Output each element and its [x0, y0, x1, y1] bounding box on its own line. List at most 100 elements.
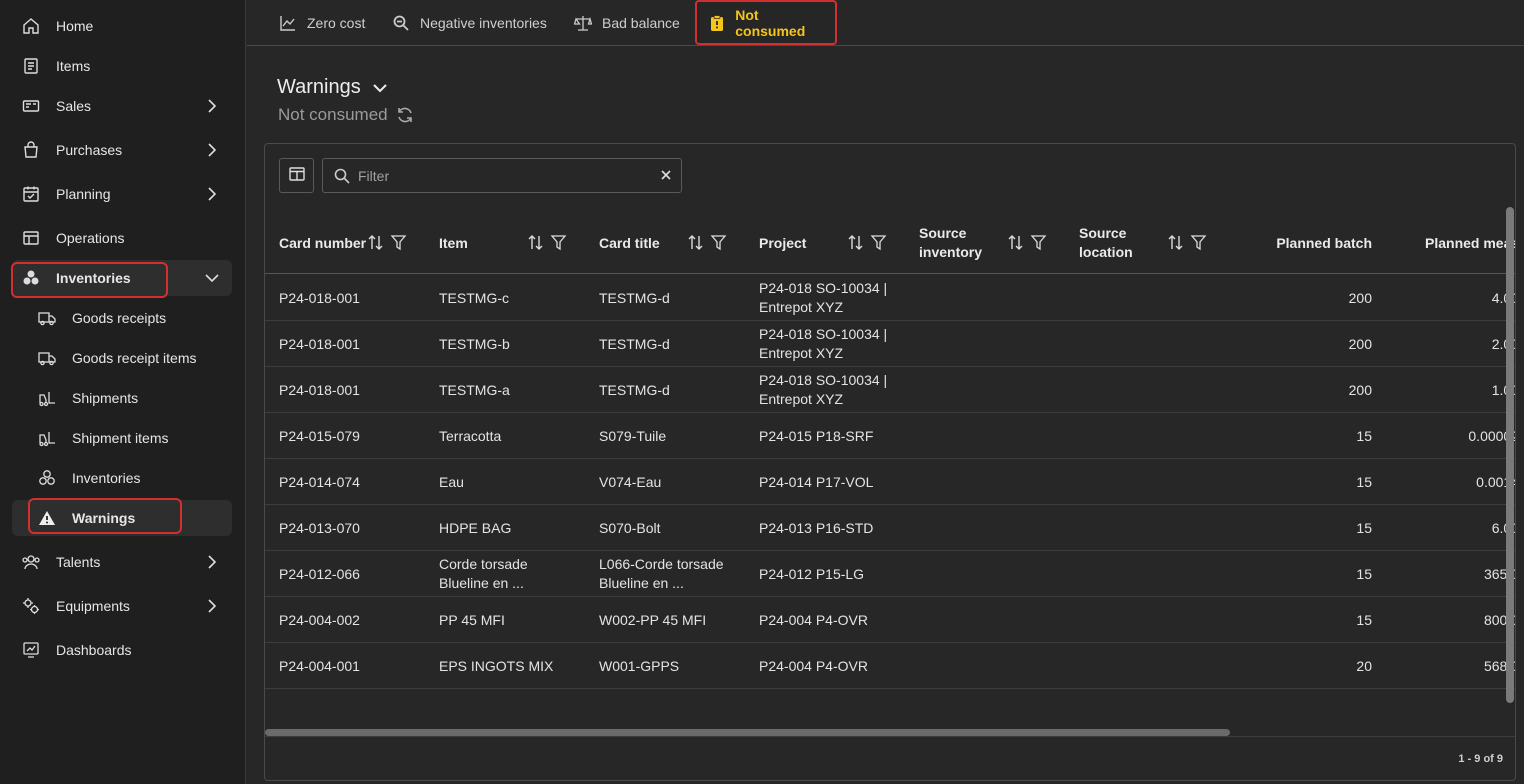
table-header: Card number Item Card title Project Sour…: [265, 212, 1516, 274]
nav-goods-receipts[interactable]: Goods receipts: [12, 300, 232, 336]
cell-planned-batch: 200: [1348, 335, 1372, 352]
nav-operations[interactable]: Operations: [12, 220, 232, 256]
filter-funnel-icon[interactable]: [1190, 234, 1207, 251]
sort-icon[interactable]: [367, 234, 384, 251]
close-icon[interactable]: [659, 168, 673, 182]
search-icon: [334, 168, 350, 184]
boxes-icon: [36, 467, 58, 489]
cell-source-inventory: [919, 275, 1069, 321]
col-controls: [687, 212, 731, 274]
col-header-source-location[interactable]: Source location: [1079, 212, 1151, 274]
nav-warnings[interactable]: Warnings: [12, 500, 232, 536]
sort-icon[interactable]: [1007, 234, 1024, 251]
cell-planned-batch: 200: [1348, 381, 1372, 398]
nav-home[interactable]: Home: [12, 8, 232, 44]
dashboards-icon: [20, 639, 42, 661]
cell-project: P24-018 SO-10034 | Entrepot XYZ: [759, 280, 888, 315]
table-row[interactable]: P24-018-001 TESTMG-b TESTMG-d P24-018 SO-10…: [265, 321, 1515, 367]
page-title[interactable]: Warnings: [277, 76, 389, 99]
col-header-planned-batch[interactable]: Planned batch: [1239, 212, 1372, 274]
col-header-planned-measure[interactable]: Planned meas: [1425, 212, 1516, 274]
cell-project: P24-015 P18-SRF: [759, 427, 874, 444]
nav-purchases[interactable]: Purchases: [12, 132, 232, 168]
table-row[interactable]: P24-013-070 HDPE BAG S070-Bolt P24-013 P16-…: [265, 505, 1515, 551]
cell-item: Corde torsade Blueline en ...: [439, 556, 528, 591]
col-header-label: Item: [439, 234, 468, 251]
column-chooser-button[interactable]: [279, 158, 314, 193]
filter-funnel-icon[interactable]: [710, 234, 727, 251]
filter-funnel-icon[interactable]: [550, 234, 567, 251]
nav-planning-label: Planning: [56, 186, 111, 202]
table-row[interactable]: P24-004-001 EPS INGOTS MIX W001-GPPS P24-00…: [265, 643, 1516, 689]
filter-input-box[interactable]: [322, 158, 682, 193]
data-grid: Card number Item Card title Project Sour…: [264, 143, 1516, 781]
nav-equipments[interactable]: Equipments: [12, 588, 232, 624]
vertical-scrollbar[interactable]: [1506, 207, 1514, 703]
tab-not-consumed-label: Not consumed: [735, 6, 806, 39]
cell-card-number: P24-018-001: [279, 335, 360, 352]
nav-planning[interactable]: Planning: [12, 176, 232, 212]
cell-card-number: P24-004-001: [279, 657, 360, 674]
filter-funnel-icon[interactable]: [870, 234, 887, 251]
sort-icon[interactable]: [1167, 234, 1184, 251]
sales-icon: [20, 95, 42, 117]
tab-bar: Zero cost Negative inventories Bad balan…: [247, 0, 1524, 46]
tab-not-consumed[interactable]: Not consumed: [695, 0, 837, 45]
cell-planned-measure: 568.0: [1483, 657, 1516, 674]
cell-source-inventory: [919, 505, 1069, 551]
nav-sales[interactable]: Sales: [12, 88, 232, 124]
nav-warnings-label: Warnings: [72, 510, 136, 526]
nav-shipment-items[interactable]: Shipment items: [12, 420, 232, 456]
table-row[interactable]: P24-018-001 TESTMG-c TESTMG-d P24-018 SO-10…: [265, 275, 1515, 321]
truck-icon: [36, 347, 58, 369]
col-header-label: Planned batch: [1276, 234, 1372, 251]
cell-card-title: S079-Tuile: [599, 427, 667, 444]
cell-source-location: [1079, 367, 1229, 413]
sort-icon[interactable]: [847, 234, 864, 251]
table-row[interactable]: P24-018-001 TESTMG-a TESTMG-d P24-018 SO-10…: [265, 367, 1515, 413]
forklift-icon: [36, 387, 58, 409]
chart-line-icon: [279, 14, 297, 32]
table-row[interactable]: P24-004-002 PP 45 MFI W002-PP 45 MFI P24-00…: [265, 597, 1515, 643]
filter-input[interactable]: [358, 167, 648, 184]
equipments-icon: [20, 595, 42, 617]
tab-negative-inventories[interactable]: Negative inventories: [392, 0, 547, 46]
cell-source-location: [1079, 413, 1229, 459]
nav-shipments[interactable]: Shipments: [12, 380, 232, 416]
tab-zero-cost[interactable]: Zero cost: [279, 0, 365, 46]
cell-source-inventory: [919, 321, 1069, 367]
nav-talents[interactable]: Talents: [12, 544, 232, 580]
nav-dashboards[interactable]: Dashboards: [12, 632, 232, 668]
cell-item: EPS INGOTS MIX: [439, 657, 554, 674]
col-header-source-inventory[interactable]: Source inventory: [919, 212, 999, 274]
cell-card-title: TESTMG-d: [599, 381, 670, 398]
refresh-icon[interactable]: [396, 106, 414, 124]
cell-card-title: V074-Eau: [599, 473, 662, 490]
chevron-right-icon: [204, 186, 220, 202]
nav-inventories[interactable]: Inventories: [12, 260, 232, 296]
filter-funnel-icon[interactable]: [1030, 234, 1047, 251]
filter-funnel-icon[interactable]: [390, 234, 407, 251]
sort-icon[interactable]: [687, 234, 704, 251]
cell-planned-batch: 20: [1356, 657, 1372, 674]
warning-icon: [36, 507, 58, 529]
cell-source-inventory: [919, 367, 1069, 413]
col-header-label: Card number: [279, 234, 367, 251]
nav-inventories-sub[interactable]: Inventories: [12, 460, 232, 496]
cell-source-inventory: [919, 413, 1069, 459]
nav-goods-receipts-label: Goods receipts: [72, 310, 167, 326]
col-header-label: Source inventory: [919, 225, 983, 260]
table-row[interactable]: P24-014-074 Eau V074-Eau P24-014 P17-VOL 15 0…: [265, 459, 1515, 505]
chevron-right-icon: [204, 142, 220, 158]
tab-bad-balance[interactable]: Bad balance: [574, 0, 680, 46]
inventories-icon: [20, 267, 42, 289]
table-row[interactable]: P24-012-066 Corde torsade Blueline en ...…: [265, 551, 1515, 597]
col-header-label: Planned meas: [1425, 234, 1516, 251]
cell-source-inventory: [919, 459, 1069, 505]
cell-source-location: [1079, 643, 1229, 689]
horizontal-scrollbar[interactable]: [265, 729, 1230, 736]
table-row[interactable]: P24-015-079 Terracotta S079-Tuile P24-015 P…: [265, 413, 1515, 459]
nav-items[interactable]: Items: [12, 48, 232, 84]
nav-goods-receipt-items[interactable]: Goods receipt items: [12, 340, 232, 376]
sort-icon[interactable]: [527, 234, 544, 251]
